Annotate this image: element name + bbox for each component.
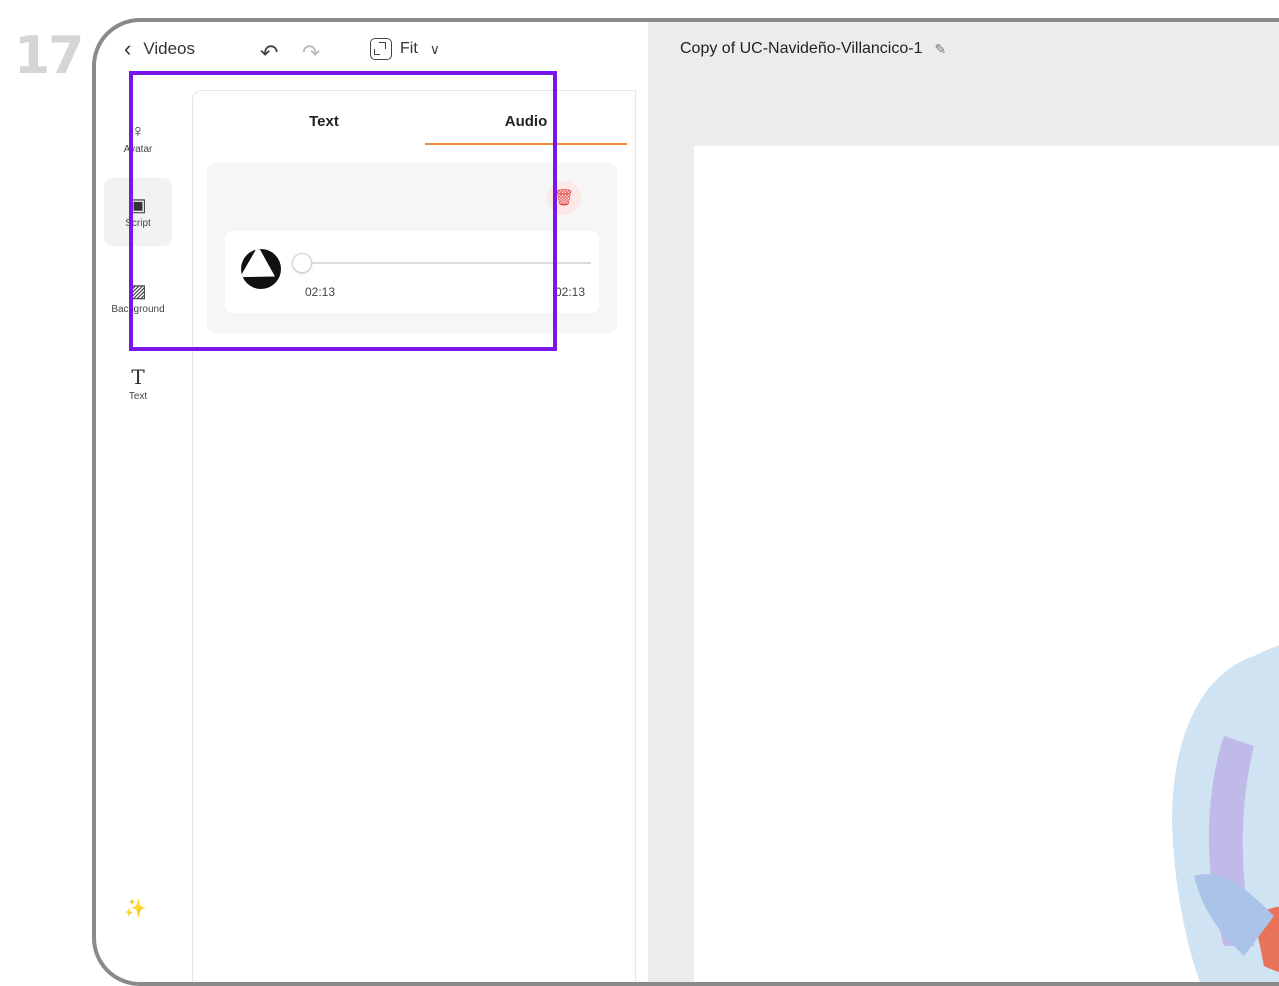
undo-icon[interactable]: ↶: [260, 40, 278, 66]
delete-audio-button[interactable]: 🗑: [547, 181, 581, 215]
video-canvas[interactable]: [694, 146, 1279, 982]
trash-icon: 🗑: [553, 190, 575, 207]
project-title[interactable]: Copy of UC-Navideño-Villancico-1 ✎: [680, 40, 946, 58]
rail-item-script[interactable]: ▣ Script: [104, 178, 172, 246]
text-icon: T: [131, 364, 145, 389]
fit-zoom-dropdown[interactable]: Fit ∨: [370, 38, 440, 60]
left-rail: ♀ Avatar ▣ Script ▨ Background T Text ✨: [96, 88, 188, 982]
celebration-icon[interactable]: ✨: [124, 898, 146, 919]
audio-seek-bar[interactable]: [292, 253, 591, 273]
chevron-down-icon: ∨: [429, 40, 441, 57]
chevron-left-icon: ‹: [124, 36, 132, 61]
chat-icon: ▣: [129, 194, 147, 215]
rail-item-label: Text: [128, 390, 148, 402]
rail-item-label: Script: [125, 217, 151, 229]
editor-canvas-area: Copy of UC-Navideño-Villancico-1 ✎: [648, 22, 1279, 982]
rail-item-background[interactable]: ▨ Background: [104, 264, 172, 332]
rail-item-label: Avatar: [123, 143, 153, 155]
audio-player: 02:13 02:13: [225, 231, 599, 313]
app-window: ‹ Videos ↶ ↷ Fit ∨ ♀ Avatar ▣ Script ▨ B…: [92, 18, 1279, 986]
script-panel: Text Audio 🗑 02:13 02:13: [192, 90, 636, 982]
top-toolbar: ‹ Videos ↶ ↷ Fit ∨: [96, 22, 656, 88]
fit-screen-icon: [370, 38, 392, 60]
person-icon: ♀: [131, 120, 145, 141]
back-label: Videos: [143, 39, 196, 58]
avatar-illustration: [1172, 645, 1279, 982]
rail-item-text[interactable]: T Text: [104, 350, 172, 418]
redo-icon[interactable]: ↷: [302, 40, 320, 66]
rail-item-avatar[interactable]: ♀ Avatar: [104, 104, 172, 172]
hatch-icon: ▨: [129, 280, 147, 301]
total-time: 02:13: [554, 285, 585, 299]
step-number: 17: [14, 26, 84, 86]
panel-tabs: Text Audio: [223, 107, 627, 145]
project-title-text: Copy of UC-Navideño-Villancico-1: [680, 40, 923, 57]
audio-card: 🗑 02:13 02:13: [207, 163, 617, 333]
tab-text[interactable]: Text: [223, 107, 425, 145]
current-time: 02:13: [305, 285, 336, 299]
pencil-icon[interactable]: ✎: [934, 41, 946, 58]
back-to-videos-button[interactable]: ‹ Videos: [124, 36, 195, 62]
play-button[interactable]: [241, 249, 281, 289]
tab-audio[interactable]: Audio: [425, 107, 627, 145]
seek-thumb[interactable]: [292, 253, 312, 273]
fit-label: Fit: [400, 40, 418, 57]
rail-item-label: Background: [111, 303, 165, 315]
